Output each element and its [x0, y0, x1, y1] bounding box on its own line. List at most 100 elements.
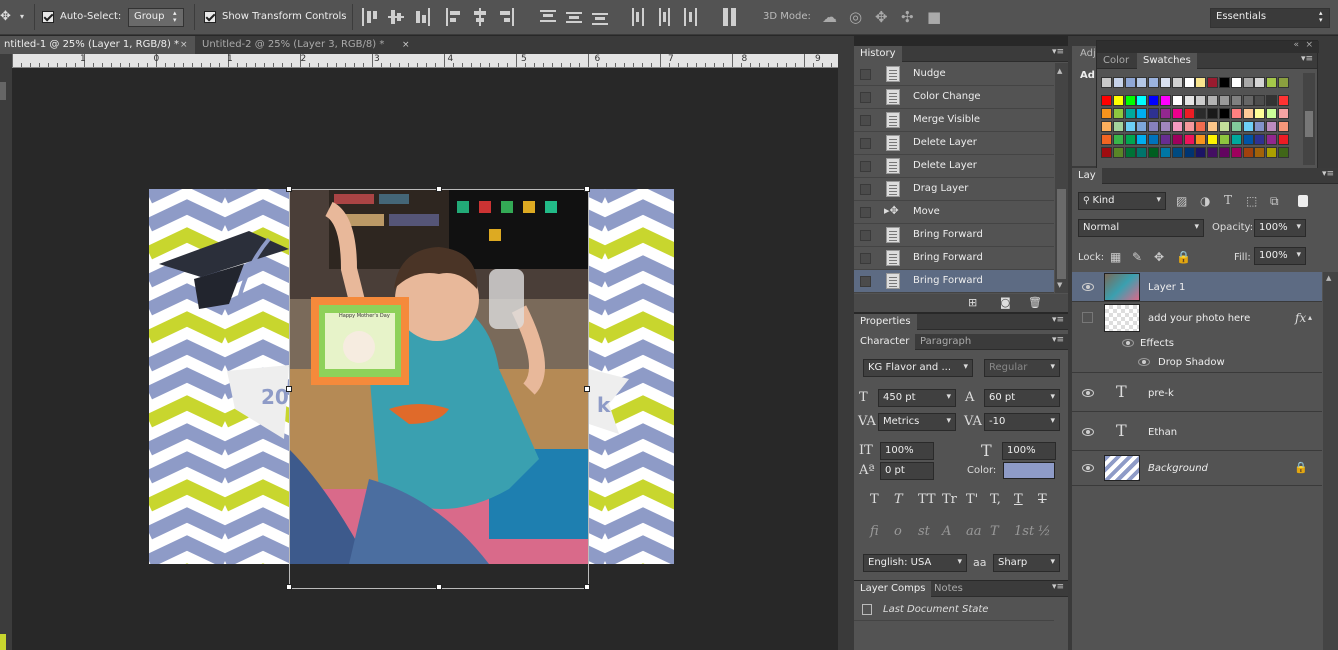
swatch[interactable] — [1112, 108, 1124, 119]
snapshot-checkbox[interactable] — [860, 69, 871, 80]
history-item[interactable]: Merge Visible — [854, 109, 1054, 132]
scroll-down-icon[interactable]: ▼ — [1057, 281, 1062, 289]
align-left-icon[interactable] — [446, 8, 462, 26]
workspace-dropdown[interactable]: Essentials — [1210, 8, 1330, 28]
filter-shape-icon[interactable]: ⬚ — [1246, 194, 1257, 208]
filter-toggle-icon[interactable] — [1298, 195, 1308, 207]
tab-layer-comps[interactable]: Layer Comps — [854, 581, 932, 597]
swatch[interactable] — [1112, 134, 1124, 145]
collapse-icon[interactable]: « — [1293, 40, 1299, 50]
swatch[interactable] — [1230, 121, 1242, 132]
scroll-up-icon[interactable]: ▲ — [1326, 274, 1331, 282]
swatch[interactable] — [1124, 147, 1136, 158]
tab-history[interactable]: History — [854, 46, 902, 62]
align-vcenter-icon[interactable] — [388, 8, 404, 26]
3d-orbit-icon[interactable]: ☁ — [822, 8, 837, 26]
type-style-button[interactable]: TT — [918, 492, 936, 507]
history-item[interactable]: Delete Layer — [854, 155, 1054, 178]
show-transform-checkbox[interactable] — [204, 11, 216, 26]
swatch[interactable] — [1195, 95, 1207, 106]
swatch[interactable] — [1171, 95, 1183, 106]
swatch[interactable] — [1207, 134, 1219, 145]
tool-preset-dropdown-icon[interactable]: ▾ — [20, 12, 24, 21]
history-item[interactable]: Bring Forward — [854, 270, 1054, 293]
3d-roll-icon[interactable]: ◎ — [849, 8, 862, 26]
swatch[interactable] — [1171, 77, 1183, 88]
filter-pixel-icon[interactable]: ▨ — [1176, 194, 1187, 208]
snapshot-checkbox[interactable] — [860, 184, 871, 195]
swatch[interactable] — [1254, 95, 1266, 106]
move-tool-icon[interactable]: ✥ — [0, 10, 14, 24]
swatch[interactable] — [1136, 134, 1148, 145]
swatch[interactable] — [1136, 77, 1148, 88]
swatch[interactable] — [1219, 95, 1230, 106]
align-right-icon[interactable] — [498, 8, 514, 26]
snapshot-checkbox[interactable] — [860, 138, 871, 149]
opentype-button[interactable]: aa — [966, 524, 982, 539]
swatch[interactable] — [1242, 108, 1254, 119]
transform-handle[interactable] — [584, 584, 590, 590]
tab-notes[interactable]: Notes — [928, 581, 969, 597]
swatch[interactable] — [1101, 147, 1112, 158]
tab-layers[interactable]: Lay — [1072, 168, 1102, 184]
opacity-field[interactable]: 100% — [1254, 219, 1306, 237]
swatch[interactable] — [1219, 147, 1230, 158]
opentype-button[interactable]: 1st — [1014, 524, 1034, 539]
lock-position-icon[interactable]: ✥ — [1154, 250, 1164, 264]
swatch[interactable] — [1278, 95, 1289, 106]
close-panel-icon[interactable]: × — [1305, 40, 1313, 50]
swatch[interactable] — [1112, 121, 1124, 132]
swatch[interactable] — [1183, 147, 1195, 158]
panel-menu-icon[interactable]: ▾≡ — [1052, 582, 1064, 592]
scroll-thumb[interactable] — [1305, 111, 1313, 137]
panel-menu-icon[interactable]: ▾≡ — [1322, 169, 1334, 179]
swatch[interactable] — [1266, 147, 1278, 158]
transform-handle[interactable] — [286, 386, 292, 392]
tab-properties[interactable]: Properties — [854, 314, 917, 330]
trash-icon[interactable]: 🗑 — [1028, 296, 1042, 309]
history-scrollbar[interactable]: ▲ ▼ — [1055, 63, 1068, 293]
new-document-from-state-icon[interactable]: ⊞ — [968, 296, 977, 309]
transform-handle[interactable] — [286, 186, 292, 192]
snapshot-checkbox[interactable] — [860, 207, 871, 218]
3d-slide-icon[interactable]: ✣ — [901, 8, 914, 26]
type-style-button[interactable]: T — [1038, 492, 1047, 507]
visibility-eye-icon[interactable] — [1082, 464, 1094, 472]
swatch[interactable] — [1278, 108, 1289, 119]
opentype-button[interactable]: fi — [870, 524, 879, 539]
swatch[interactable] — [1207, 108, 1219, 119]
align-hcenter-icon[interactable] — [472, 8, 488, 26]
opentype-button[interactable]: st — [918, 524, 930, 539]
swatch[interactable] — [1160, 147, 1171, 158]
swatch[interactable] — [1219, 108, 1230, 119]
distribute-vcenter-icon[interactable] — [566, 8, 582, 26]
history-item[interactable]: Nudge — [854, 63, 1054, 86]
effects-eye-icon[interactable] — [1122, 339, 1134, 347]
history-item[interactable]: Color Change — [854, 86, 1054, 109]
swatch[interactable] — [1242, 95, 1254, 106]
distribute-left-icon[interactable] — [630, 8, 646, 26]
swatch[interactable] — [1112, 77, 1124, 88]
swatch[interactable] — [1124, 95, 1136, 106]
swatch[interactable] — [1195, 134, 1207, 145]
swatch[interactable] — [1148, 134, 1160, 145]
auto-select-checkbox[interactable] — [42, 11, 54, 26]
layer-comp-row[interactable]: Last Document State — [854, 599, 1054, 621]
swatch[interactable] — [1148, 108, 1160, 119]
swatch[interactable] — [1183, 134, 1195, 145]
history-item[interactable]: Bring Forward — [854, 224, 1054, 247]
type-style-button[interactable]: T — [894, 492, 903, 507]
swatch[interactable] — [1266, 77, 1278, 88]
swatch[interactable] — [1112, 147, 1124, 158]
type-style-button[interactable]: Tr — [942, 492, 957, 507]
tab-untitled-1[interactable]: ntitled-1 @ 25% (Layer 1, RGB/8) * — [0, 36, 195, 54]
type-style-button[interactable]: T, — [990, 492, 1001, 507]
swatch[interactable] — [1207, 147, 1219, 158]
swatch[interactable] — [1195, 121, 1207, 132]
panel-menu-icon[interactable]: ▾≡ — [1301, 54, 1313, 64]
panel-menu-icon[interactable]: ▾≡ — [1052, 335, 1064, 345]
swatch[interactable] — [1230, 134, 1242, 145]
swatch[interactable] — [1183, 95, 1195, 106]
auto-align-icon[interactable] — [722, 8, 738, 26]
swatch[interactable] — [1136, 121, 1148, 132]
